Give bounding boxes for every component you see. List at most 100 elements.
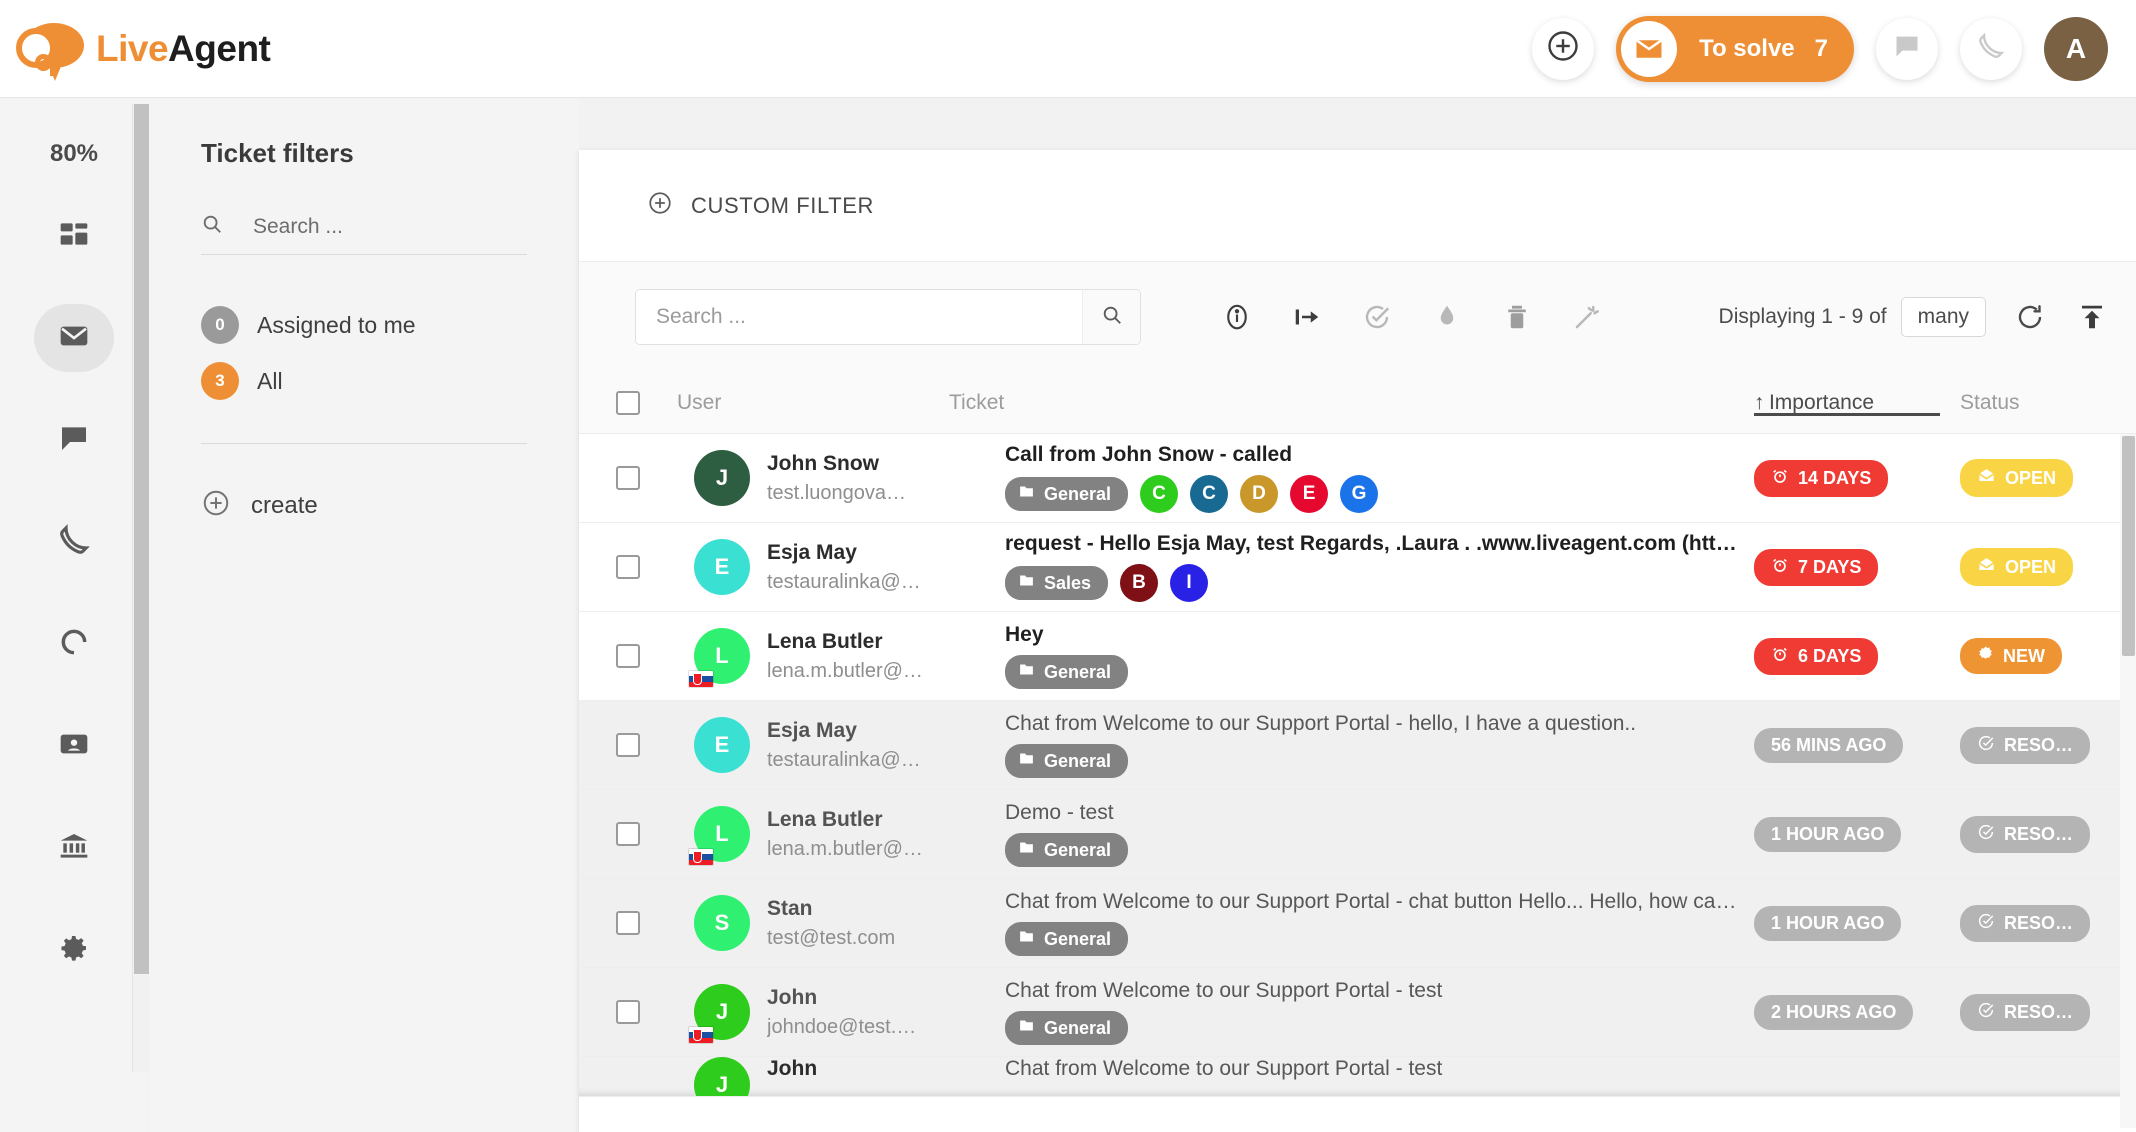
resolve-check-icon[interactable] — [1359, 299, 1395, 335]
row-checkbox[interactable] — [616, 555, 640, 579]
department-tag[interactable]: General — [1005, 1011, 1128, 1045]
table-row[interactable]: S Stan test@test.com Chat from Welcome t… — [579, 879, 2136, 968]
table-row[interactable]: J John johndoe@test.… Chat from Welcome … — [579, 968, 2136, 1057]
tickets-search[interactable] — [635, 289, 1141, 345]
rail-scrollbar[interactable] — [132, 104, 149, 1072]
user-cell: John Snow test.luongova… — [767, 452, 1005, 505]
department-tag[interactable]: General — [1005, 744, 1128, 778]
ticket-subject[interactable]: Demo - test — [1005, 801, 1740, 825]
avatar[interactable]: E — [694, 717, 750, 773]
filter-assigned-to-me[interactable]: 0 Assigned to me — [201, 297, 579, 353]
ticket-tag[interactable]: D — [1240, 475, 1278, 513]
filters-search-input[interactable] — [253, 215, 503, 239]
user-avatar[interactable]: A — [2044, 17, 2108, 81]
department-tag[interactable]: General — [1005, 477, 1128, 511]
add-new-button[interactable] — [1532, 18, 1594, 80]
status-label: RESO… — [2004, 824, 2073, 845]
table-row[interactable]: L Lena Butler lena.m.butler@… Hey Genera… — [579, 612, 2136, 701]
tickets-scrollbar-thumb[interactable] — [2122, 436, 2135, 656]
logo-agent-text: Agent — [168, 28, 270, 69]
create-filter-button[interactable]: create — [201, 488, 579, 523]
table-row[interactable]: J John Chat from Welcome to our Support … — [579, 1057, 2136, 1097]
ticket-tag[interactable]: G — [1340, 475, 1378, 513]
page-size-select[interactable]: many — [1901, 297, 1986, 337]
sidebar-item-tickets[interactable] — [34, 304, 114, 372]
avatar[interactable]: S — [694, 895, 750, 951]
ticket-tag[interactable]: E — [1290, 475, 1328, 513]
chat-icon — [58, 422, 90, 459]
sidebar-item-chats[interactable] — [34, 406, 114, 474]
table-row[interactable]: E Esja May testauralinka@… Chat from Wel… — [579, 701, 2136, 790]
sidebar-item-academy[interactable] — [34, 814, 114, 882]
table-row[interactable]: E Esja May testauralinka@… request - Hel… — [579, 523, 2136, 612]
user-cell: Esja May testauralinka@… — [767, 541, 1005, 594]
transfer-arrow-icon[interactable] — [1289, 299, 1325, 335]
department-tag[interactable]: Sales — [1005, 566, 1108, 600]
filters-search[interactable] — [201, 213, 527, 255]
tickets-panel: CUSTOM FILTER — [579, 150, 2136, 1132]
importance-label: 1 HOUR AGO — [1771, 913, 1884, 934]
avatar[interactable]: J — [694, 984, 750, 1040]
call-button[interactable] — [1960, 18, 2022, 80]
ticket-subject[interactable]: Chat from Welcome to our Support Portal … — [1005, 1057, 2122, 1081]
ticket-tag[interactable]: B — [1120, 564, 1158, 602]
row-checkbox[interactable] — [616, 644, 640, 668]
department-tag[interactable]: General — [1005, 922, 1128, 956]
column-importance[interactable]: ↑ Importance — [1754, 391, 1960, 415]
delete-trash-icon[interactable] — [1499, 299, 1535, 335]
row-checkbox[interactable] — [616, 733, 640, 757]
export-up-icon[interactable] — [2074, 299, 2110, 335]
avatar[interactable]: L — [694, 806, 750, 862]
spam-flame-icon[interactable] — [1429, 299, 1465, 335]
ticket-subject[interactable]: Chat from Welcome to our Support Portal … — [1005, 979, 1740, 1003]
rail-scrollbar-thumb[interactable] — [134, 104, 149, 974]
table-row[interactable]: J John Snow test.luongova… Call from Joh… — [579, 434, 2136, 523]
magic-wand-icon[interactable] — [1569, 299, 1605, 335]
ticket-tag[interactable]: C — [1140, 475, 1178, 513]
select-all-checkbox[interactable] — [616, 391, 640, 415]
chat-button[interactable] — [1876, 18, 1938, 80]
ticket-tag[interactable]: I — [1170, 564, 1208, 602]
avatar[interactable]: J — [694, 1057, 750, 1097]
avatar[interactable]: E — [694, 539, 750, 595]
to-solve-button[interactable]: To solve 7 — [1616, 16, 1854, 82]
ticket-subject[interactable]: Hey — [1005, 623, 1740, 647]
refresh-icon[interactable] — [2012, 299, 2048, 335]
column-user[interactable]: User — [677, 391, 949, 415]
custom-filter-button[interactable]: CUSTOM FILTER — [647, 190, 874, 221]
ticket-subject[interactable]: Chat from Welcome to our Support Portal … — [1005, 890, 1740, 914]
row-checkbox[interactable] — [616, 822, 640, 846]
sidebar-item-calls[interactable] — [34, 508, 114, 576]
country-flag-icon — [688, 670, 714, 688]
info-circle-icon[interactable] — [1219, 299, 1255, 335]
row-checkbox[interactable] — [616, 466, 640, 490]
row-checkbox[interactable] — [616, 911, 640, 935]
tickets-scrollbar[interactable] — [2120, 434, 2136, 1128]
alarm-clock-icon — [1771, 556, 1789, 579]
department-tag[interactable]: General — [1005, 833, 1128, 867]
sidebar-item-reports[interactable] — [34, 610, 114, 678]
ticket-subject[interactable]: Chat from Welcome to our Support Portal … — [1005, 712, 1740, 736]
liveagent-logo[interactable]: LiveAgent — [14, 19, 270, 79]
tickets-search-button[interactable] — [1082, 290, 1140, 344]
folder-icon — [1018, 839, 1035, 861]
sidebar-item-dashboard[interactable] — [34, 202, 114, 270]
avatar[interactable]: L — [694, 628, 750, 684]
tickets-search-input[interactable] — [636, 290, 1082, 344]
table-row[interactable]: L Lena Butler lena.m.butler@… Demo - tes… — [579, 790, 2136, 879]
filter-count: 3 — [215, 371, 224, 391]
sidebar-item-settings[interactable] — [34, 916, 114, 984]
avatar-cell: J — [677, 1057, 767, 1097]
column-status[interactable]: Status — [1960, 391, 2136, 415]
sidebar-item-contacts[interactable] — [34, 712, 114, 780]
reports-donut-icon — [58, 626, 90, 663]
ticket-subject[interactable]: Call from John Snow - called — [1005, 443, 1740, 467]
department-tag[interactable]: General — [1005, 655, 1128, 689]
user-name: Stan — [767, 897, 1005, 921]
filter-all[interactable]: 3 All — [201, 353, 579, 409]
row-checkbox[interactable] — [616, 1000, 640, 1024]
column-ticket[interactable]: Ticket — [949, 391, 1754, 415]
ticket-subject[interactable]: request - Hello Esja May, test Regards, … — [1005, 532, 1740, 556]
avatar[interactable]: J — [694, 450, 750, 506]
ticket-tag[interactable]: C — [1190, 475, 1228, 513]
